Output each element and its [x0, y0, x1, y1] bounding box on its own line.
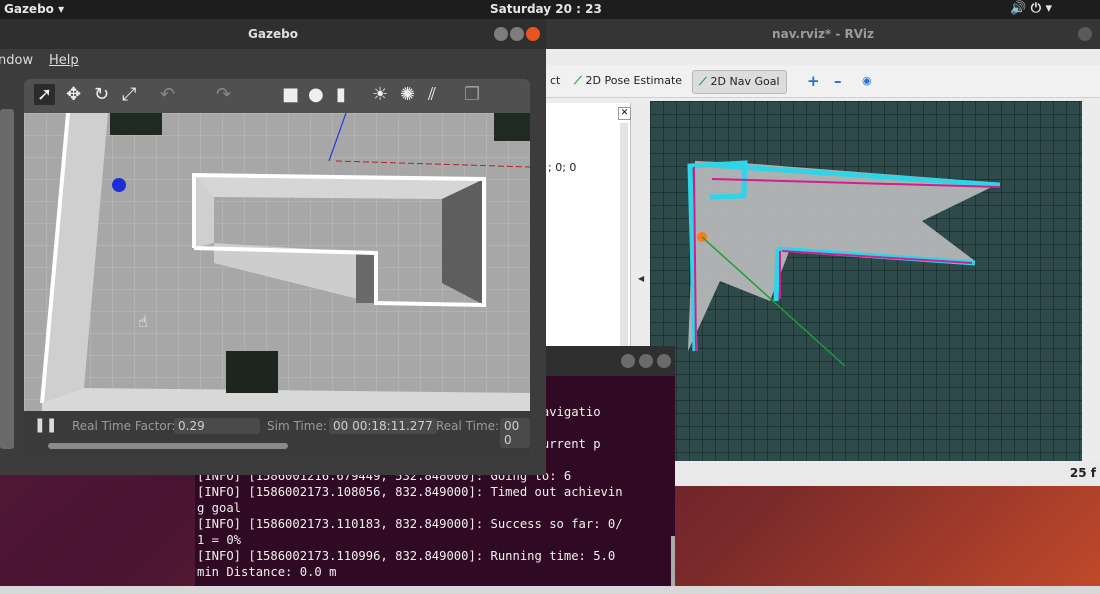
- cabinet-right: [494, 113, 530, 141]
- maximize-icon[interactable]: [639, 354, 653, 368]
- gazebo-3d-scene[interactable]: ☝: [24, 113, 530, 411]
- gazebo-menubar: ndow Help: [0, 49, 546, 73]
- terminal-line: g goal: [197, 501, 242, 515]
- rtf-label: Real Time Factor:: [72, 419, 176, 433]
- top-panel: Gazebo ▾ Saturday 20 : 23 🔊 ⏻ ▾: [0, 0, 1100, 19]
- bottom-strip: [0, 586, 1100, 594]
- cabinet-bottom: [226, 351, 278, 393]
- robot-marker: [112, 178, 126, 192]
- terminal-line: [INFO] [1586002173.110996, 832.849000]: …: [197, 549, 616, 563]
- gazebo-toolbar: ➚ ✥ ↻ ⤢ ↶ ↷ ■ ● ▮ ☀ ✺ ⫽ ❐: [24, 79, 530, 113]
- pose-estimate-button[interactable]: ⟋ 2D Pose Estimate: [568, 70, 688, 92]
- terminal-line: 1 = 0%: [197, 533, 242, 547]
- close-icon[interactable]: [526, 27, 540, 41]
- pose-estimate-label: 2D Pose Estimate: [585, 74, 683, 87]
- gazebo-titlebar[interactable]: Gazebo: [0, 19, 546, 49]
- gazebo-render-panel: ➚ ✥ ↻ ⤢ ↶ ↷ ■ ● ▮ ☀ ✺ ⫽ ❐ ☝ ❚❚ Real Time…: [24, 79, 530, 455]
- translate-icon[interactable]: ✥: [66, 84, 81, 105]
- cylinder-shape-icon[interactable]: ▮: [336, 84, 346, 105]
- cursor-icon: ☝: [138, 312, 148, 331]
- scene-canvas[interactable]: ☝: [24, 113, 530, 411]
- menu-window[interactable]: ndow: [0, 53, 33, 68]
- spot-light-icon[interactable]: ✺: [400, 84, 415, 105]
- panel-text: ; 0; 0: [548, 161, 577, 174]
- maximize-icon[interactable]: [510, 27, 524, 41]
- box-shape-icon[interactable]: ■: [282, 84, 299, 105]
- close-icon[interactable]: [1078, 27, 1092, 41]
- rtf-value: 0.29: [174, 418, 260, 434]
- close-icon[interactable]: [657, 354, 671, 368]
- horizontal-scrollbar[interactable]: [48, 443, 288, 449]
- point-light-icon[interactable]: ☀: [372, 84, 388, 105]
- fps-readout: 25 f: [1069, 466, 1096, 480]
- pause-icon[interactable]: ❚❚: [34, 417, 57, 433]
- sphere-shape-icon[interactable]: ●: [308, 84, 324, 105]
- inner-wall-step: [356, 253, 376, 303]
- app-menu-button[interactable]: Gazebo ▾: [4, 2, 64, 16]
- sim-time-value: 00 00:18:11.277: [329, 418, 437, 434]
- copy-icon[interactable]: ❐: [464, 84, 480, 105]
- real-time-value: 00 0: [500, 418, 530, 448]
- arrow-icon: ⟋: [574, 74, 586, 87]
- nav-goal-label: 2D Nav Goal: [710, 75, 780, 88]
- close-icon[interactable]: ✕: [618, 107, 631, 120]
- gazebo-statusbar: ❚❚ Real Time Factor: 0.29 Sim Time: 00 0…: [24, 411, 530, 455]
- sim-time-label: Sim Time:: [267, 419, 327, 433]
- rviz-toolbar: ct ⟋ 2D Pose Estimate ⟋ 2D Nav Goal + – …: [546, 65, 1100, 98]
- collapse-arrow-icon[interactable]: ◀: [638, 274, 644, 283]
- directional-light-icon[interactable]: ⫽: [428, 84, 436, 105]
- map-canvas[interactable]: [650, 101, 1082, 461]
- clock[interactable]: Saturday 20 : 23: [490, 2, 602, 16]
- map-view[interactable]: [650, 101, 1082, 461]
- scale-icon[interactable]: ⤢: [122, 84, 136, 105]
- left-panel-collapsed[interactable]: [0, 109, 14, 449]
- redo-icon[interactable]: ↷: [216, 84, 231, 105]
- cabinet-top: [110, 113, 162, 135]
- rotate-icon[interactable]: ↻: [94, 84, 109, 105]
- system-tray[interactable]: 🔊 ⏻ ▾: [1010, 1, 1052, 16]
- terminal-line: [INFO] [1586002173.108056, 832.849000]: …: [197, 485, 623, 499]
- rviz-titlebar[interactable]: nav.rviz* - RViz: [546, 19, 1100, 49]
- undo-icon[interactable]: ↶: [160, 84, 175, 105]
- real-time-label: Real Time:: [436, 419, 500, 433]
- zoom-in-icon[interactable]: +: [801, 70, 826, 92]
- terminal-line: min Distance: 0.0 m: [197, 565, 337, 579]
- interact-button[interactable]: ct: [544, 70, 566, 92]
- arrow-icon: ⟋: [699, 75, 711, 88]
- menu-help[interactable]: Help: [49, 53, 79, 68]
- select-mode-icon[interactable]: ➚: [34, 84, 56, 105]
- gazebo-window-title: Gazebo: [248, 27, 298, 41]
- zoom-out-icon[interactable]: –: [828, 70, 848, 92]
- minimize-icon[interactable]: [494, 27, 508, 41]
- inner-wall-right: [442, 179, 484, 305]
- eye-icon[interactable]: ◉: [856, 70, 878, 92]
- gazebo-window: Gazebo ndow Help ➚ ✥ ↻ ⤢ ↶ ↷ ■ ● ▮ ☀ ✺ ⫽…: [0, 19, 546, 475]
- nav-goal-button[interactable]: ⟋ 2D Nav Goal: [692, 70, 787, 94]
- minimize-icon[interactable]: [621, 354, 635, 368]
- terminal-line: [INFO] [1586002173.110183, 832.849000]: …: [197, 517, 623, 531]
- rviz-window-title: nav.rviz* - RViz: [772, 27, 874, 41]
